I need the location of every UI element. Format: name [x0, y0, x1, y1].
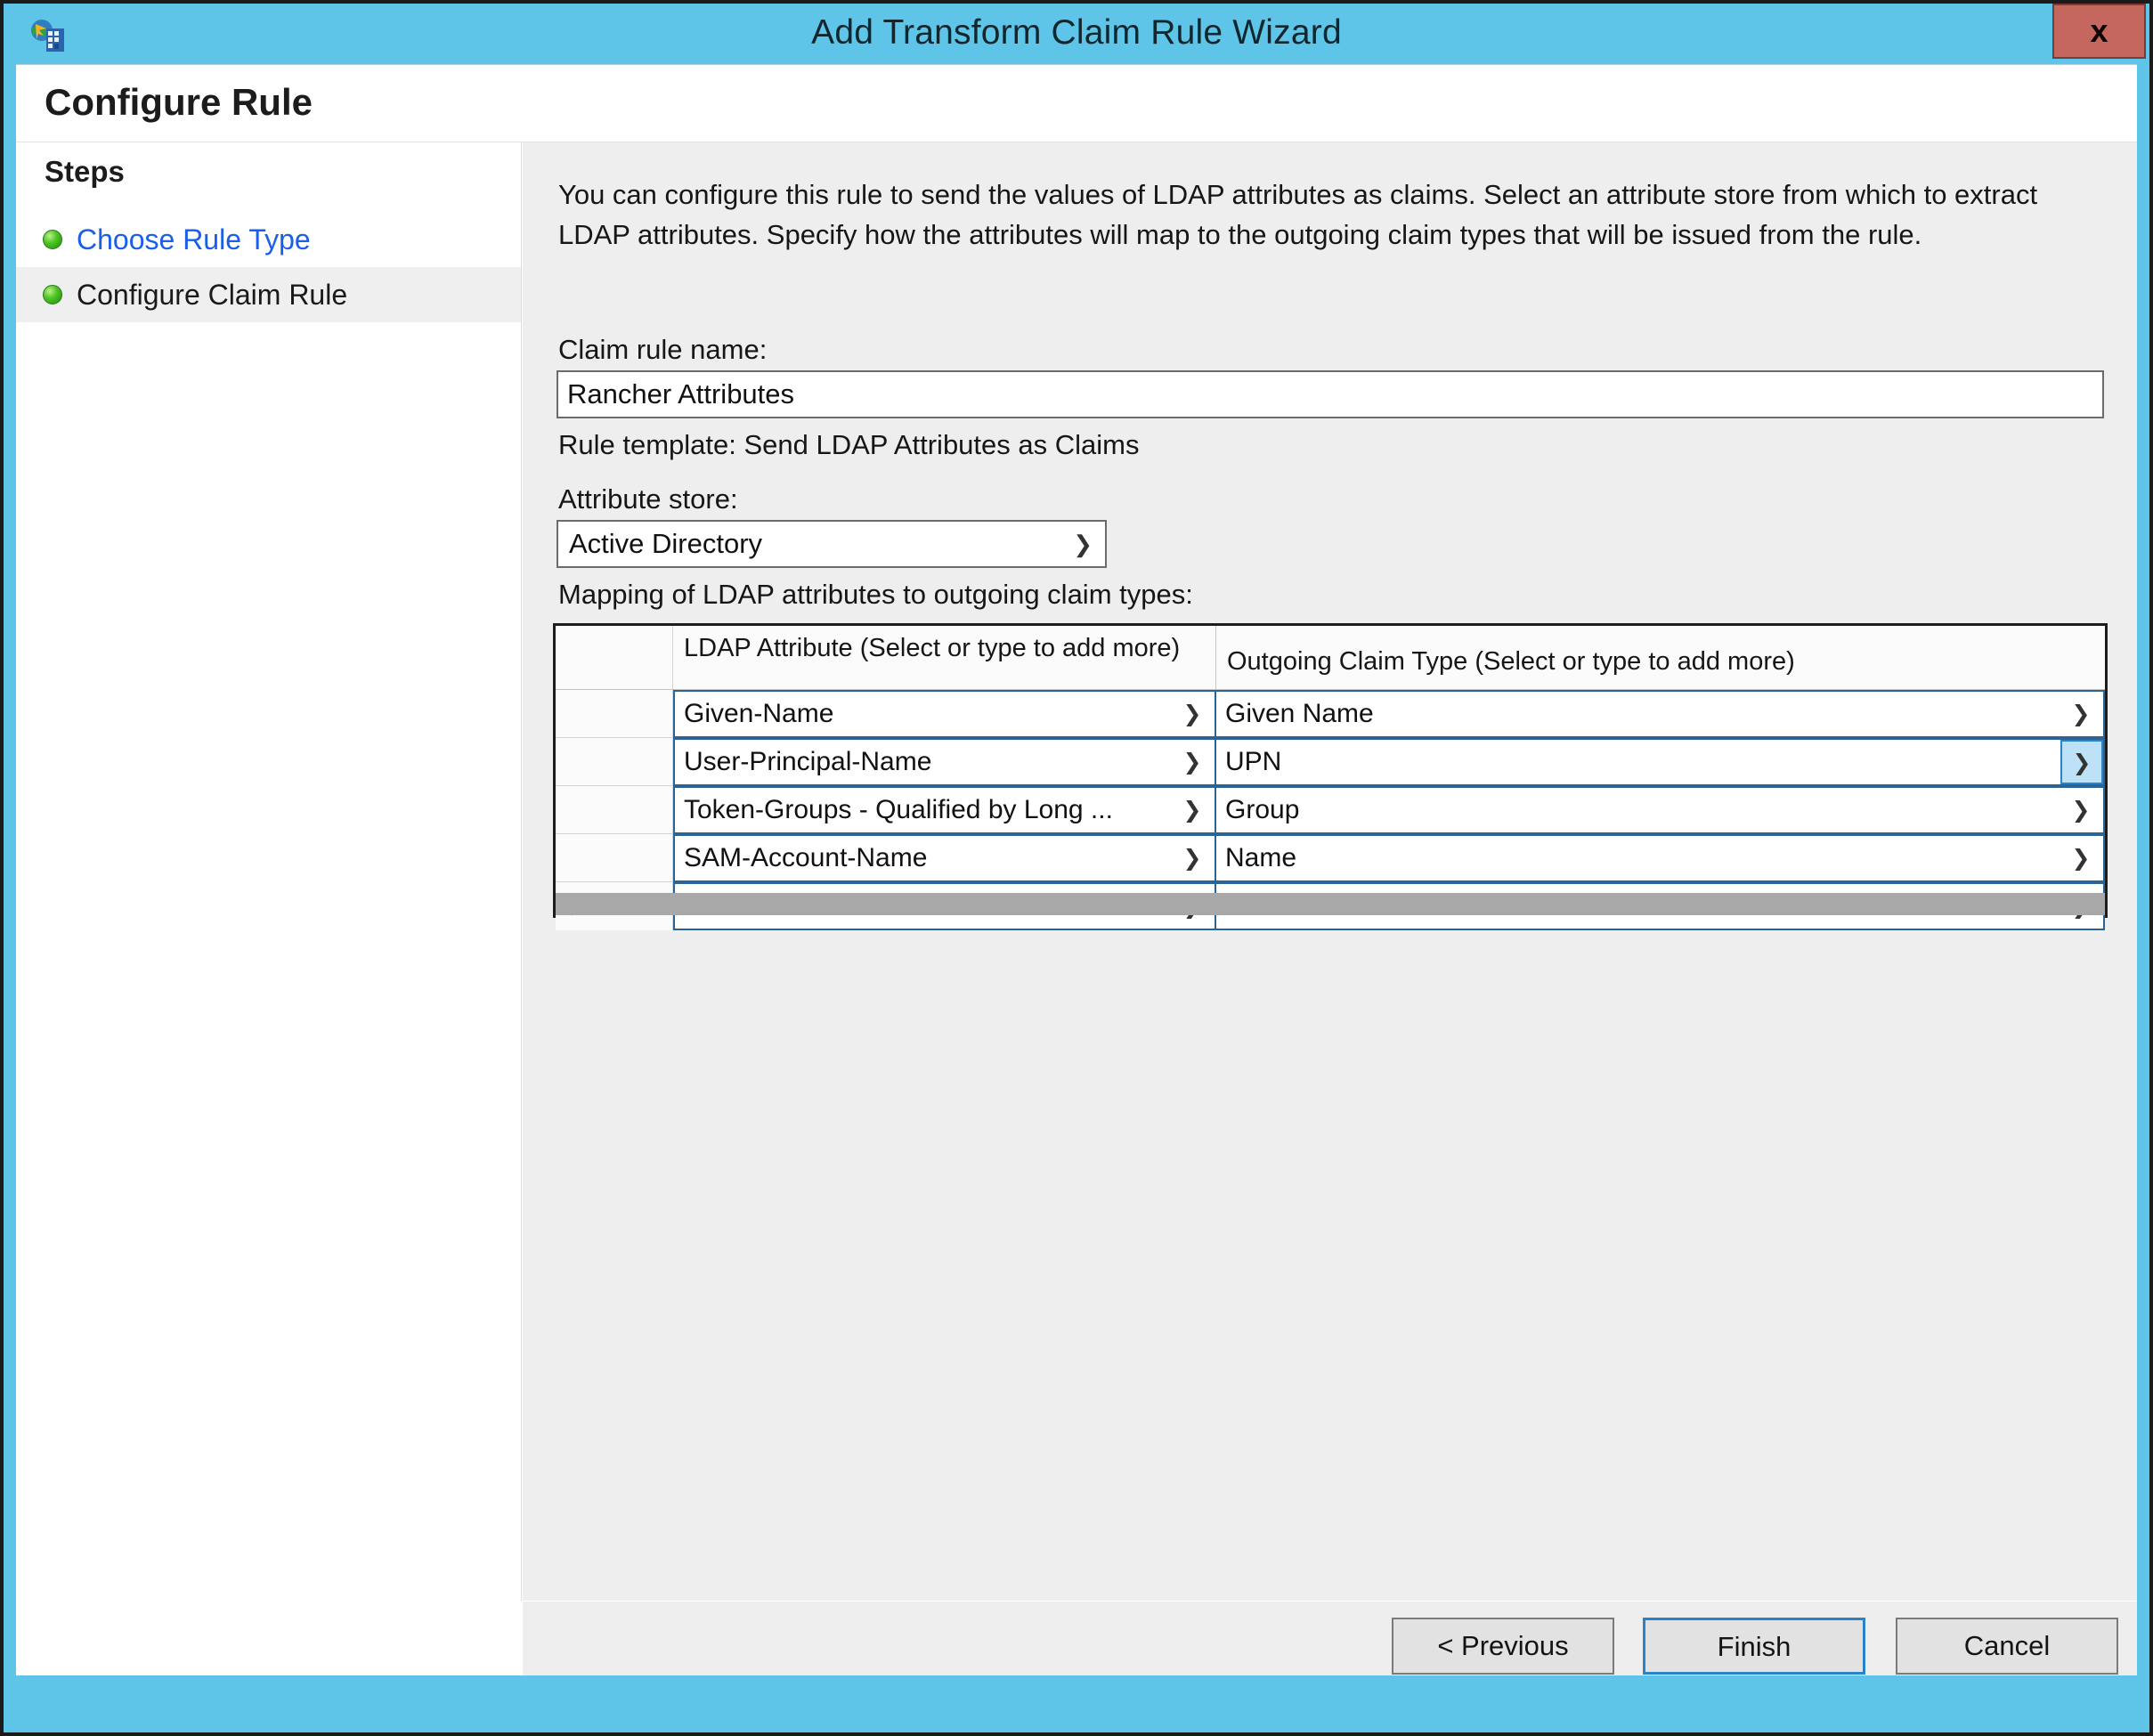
chevron-down-icon[interactable]: ❯ — [2060, 740, 2103, 784]
ldap-attribute-value: Given-Name — [684, 699, 834, 728]
grid-column-header-ldap-attribute: LDAP Attribute (Select or type to add mo… — [673, 626, 1216, 689]
claim-rule-name-input[interactable] — [557, 370, 2104, 418]
rule-template-text: Rule template: Send LDAP Attributes as C… — [558, 429, 1140, 460]
previous-button[interactable]: < Previous — [1392, 1618, 1614, 1675]
step-complete-icon — [43, 285, 62, 304]
grid-footer-bar — [556, 893, 2105, 915]
page-title: Configure Rule — [45, 81, 313, 123]
grid-rows-container: LDAP Attribute (Select or type to add mo… — [556, 626, 2105, 930]
wizard-window: Add Transform Claim Rule Wizard x Config… — [0, 0, 2153, 1736]
sidebar-item-configure-claim-rule[interactable]: Configure Claim Rule — [16, 267, 521, 322]
attribute-store-select[interactable]: Active Directory ❯ — [557, 520, 1107, 568]
outgoing-claim-type-value: Group — [1225, 795, 1300, 824]
table-row[interactable]: SAM-Account-Name ❯ Name ❯ — [556, 834, 2105, 882]
row-selector-cell[interactable] — [556, 738, 673, 785]
outgoing-claim-type-combo[interactable]: UPN ❯ — [1216, 738, 2105, 786]
sidebar-item-choose-rule-type[interactable]: Choose Rule Type — [16, 212, 521, 267]
content-pane: You can configure this rule to send the … — [523, 142, 2137, 1601]
steps-sidebar: Steps Choose Rule Type Configure Claim R… — [16, 142, 522, 1601]
grid-column-header-outgoing-claim-type: Outgoing Claim Type (Select or type to a… — [1216, 626, 2105, 689]
claim-rule-name-label: Claim rule name: — [558, 334, 768, 365]
outgoing-claim-type-combo[interactable]: Given Name ❯ — [1216, 690, 2105, 738]
outgoing-claim-type-value: Name — [1225, 843, 1297, 872]
steps-heading: Steps — [45, 155, 125, 188]
chevron-down-icon[interactable]: ❯ — [2062, 838, 2100, 879]
row-selector-cell[interactable] — [556, 834, 673, 881]
sidebar-item-label: Choose Rule Type — [77, 223, 311, 256]
ldap-attribute-value: SAM-Account-Name — [684, 843, 928, 872]
chevron-down-icon: ❯ — [1073, 531, 1093, 557]
ldap-attribute-combo[interactable]: SAM-Account-Name ❯ — [673, 834, 1216, 882]
attribute-store-value: Active Directory — [569, 528, 763, 559]
close-icon[interactable]: x — [2052, 4, 2146, 59]
finish-button[interactable]: Finish — [1643, 1618, 1865, 1675]
ldap-attribute-combo[interactable]: Token-Groups - Qualified by Long ... ❯ — [673, 786, 1216, 834]
sidebar-item-label: Configure Claim Rule — [77, 278, 348, 311]
chevron-down-icon[interactable]: ❯ — [2062, 694, 2100, 734]
table-row[interactable]: Token-Groups - Qualified by Long ... ❯ G… — [556, 786, 2105, 834]
row-selector-cell[interactable] — [556, 786, 673, 833]
cancel-button[interactable]: Cancel — [1896, 1618, 2118, 1675]
chevron-down-icon[interactable]: ❯ — [1174, 742, 1211, 783]
ldap-attribute-value: Token-Groups - Qualified by Long ... — [684, 795, 1113, 824]
grid-header-selector-cell — [556, 626, 673, 689]
outgoing-claim-type-value: UPN — [1225, 747, 1282, 776]
outgoing-claim-type-combo[interactable]: Name ❯ — [1216, 834, 2105, 882]
grid-header-row: LDAP Attribute (Select or type to add mo… — [556, 626, 2105, 690]
ldap-attribute-combo[interactable]: User-Principal-Name ❯ — [673, 738, 1216, 786]
chevron-down-icon[interactable]: ❯ — [1174, 838, 1211, 879]
mapping-label: Mapping of LDAP attributes to outgoing c… — [558, 579, 1193, 610]
attribute-store-label: Attribute store: — [558, 483, 738, 515]
row-selector-cell[interactable] — [556, 690, 673, 737]
outgoing-claim-type-combo[interactable]: Group ❯ — [1216, 786, 2105, 834]
title-bar: Add Transform Claim Rule Wizard x — [4, 4, 2149, 64]
step-complete-icon — [43, 230, 62, 249]
claim-mapping-grid: LDAP Attribute (Select or type to add mo… — [553, 623, 2108, 930]
table-row[interactable]: Given-Name ❯ Given Name ❯ — [556, 690, 2105, 738]
chevron-down-icon[interactable]: ❯ — [2062, 790, 2100, 831]
dialog-footer: < Previous Finish Cancel — [523, 1602, 2137, 1675]
ldap-attribute-value: User-Principal-Name — [684, 747, 932, 776]
table-row[interactable]: User-Principal-Name ❯ UPN ❯ — [556, 738, 2105, 786]
page-header: Configure Rule — [16, 65, 2137, 138]
outgoing-claim-type-value: Given Name — [1225, 699, 1374, 728]
chevron-down-icon[interactable]: ❯ — [1174, 694, 1211, 734]
ldap-attribute-combo[interactable]: Given-Name ❯ — [673, 690, 1216, 738]
intro-description: You can configure this rule to send the … — [558, 179, 2038, 250]
chevron-down-icon[interactable]: ❯ — [1174, 790, 1211, 831]
dialog-body: Configure Rule Steps Choose Rule Type Co… — [16, 64, 2137, 1675]
window-title: Add Transform Claim Rule Wizard — [811, 13, 1342, 52]
